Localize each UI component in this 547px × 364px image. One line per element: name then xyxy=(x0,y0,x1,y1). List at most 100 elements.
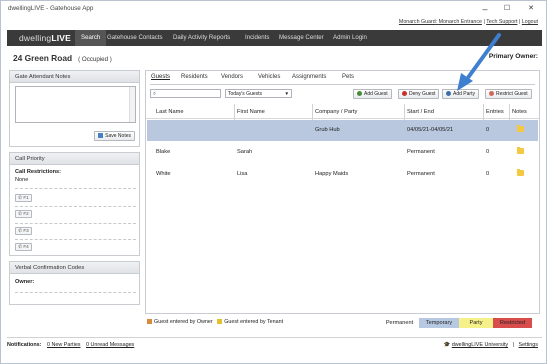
logo-part-1: dwelling xyxy=(19,33,52,43)
nav-admin-login[interactable]: Admin Login xyxy=(327,30,373,46)
cell-last-name: White xyxy=(156,171,171,177)
add-guest-label: Add Guest xyxy=(364,91,388,97)
folder-icon[interactable] xyxy=(517,147,524,154)
verbal-codes-panel: Verbal Confirmation Codes Owner: xyxy=(9,261,140,305)
address-street: 24 Green Road xyxy=(13,53,73,63)
cell-entries: 0 xyxy=(486,149,490,155)
col-notes[interactable]: Notes xyxy=(512,109,527,115)
save-notes-label: Save Notes xyxy=(105,133,131,139)
status-key-permanent: Permanent xyxy=(380,318,419,328)
separator: | xyxy=(512,342,515,348)
logout-link[interactable]: Logout xyxy=(522,19,538,25)
address-status: ( Occupied ) xyxy=(78,56,112,63)
deny-icon xyxy=(402,91,407,96)
cell-first-name: Lisa xyxy=(237,171,248,177)
footer: Notifications: 0 New Parties 0 Unread Me… xyxy=(7,337,542,351)
call-restrictions-value: None xyxy=(15,177,29,183)
location-name[interactable]: Monarch Entrance xyxy=(439,19,482,25)
cell-entries: 0 xyxy=(486,171,490,177)
user-name[interactable]: Monarch Guard xyxy=(399,19,436,25)
f3-label: F3 xyxy=(23,228,29,233)
app-window: dwellingLIVE - Gatehouse App – ☐ ✕ Monar… xyxy=(0,0,547,364)
footer-right: 🎓 dwellingLIVE University | Settings xyxy=(444,338,538,352)
tech-support-link[interactable]: Tech Support xyxy=(486,19,517,25)
table-row[interactable]: Blake Sarah Permanent 0 xyxy=(147,142,538,163)
f4-button[interactable]: ✆ F4 xyxy=(15,243,32,251)
cell-last-name: Blake xyxy=(156,149,171,155)
top-links: Monarch Guard: Monarch Entrance | Tech S… xyxy=(399,19,538,25)
search-input[interactable]: ⌕ xyxy=(150,89,221,98)
cell-first-name: Sarah xyxy=(237,149,253,155)
f2-button[interactable]: ✆ F2 xyxy=(15,210,32,218)
save-notes-button[interactable]: Save Notes xyxy=(94,131,135,141)
tab-vehicles[interactable]: Vehicles xyxy=(258,74,280,80)
folder-icon[interactable] xyxy=(517,125,524,132)
f1-label: F1 xyxy=(23,195,29,200)
cell-company: Grub Hub xyxy=(315,127,340,133)
nav-gatehouse-contacts[interactable]: Gatehouse Contacts xyxy=(101,30,169,46)
f2-label: F2 xyxy=(23,211,29,216)
col-entries[interactable]: Entries xyxy=(486,109,504,115)
logo-part-2: LIVE xyxy=(51,33,72,43)
gate-notes-panel: Gate Attendant Notes Save Notes xyxy=(9,70,140,147)
notes-textarea[interactable] xyxy=(15,86,136,123)
legend-owner: Guest entered by Owner xyxy=(154,319,213,325)
deny-guest-button[interactable]: Deny Guest xyxy=(398,89,440,99)
window-title: dwellingLIVE - Gatehouse App xyxy=(8,5,94,12)
graduation-cap-icon: 🎓 xyxy=(443,342,451,348)
nav-incidents[interactable]: Incidents xyxy=(239,30,275,46)
guests-panel: Guests Residents Vendors Vehicles Assign… xyxy=(145,70,540,314)
person-add-icon xyxy=(357,91,362,96)
status-key-temporary: Temporary xyxy=(419,318,459,328)
divider xyxy=(15,188,136,189)
table-row[interactable]: White Lisa Happy Maids Permanent 0 xyxy=(147,164,538,185)
close-button[interactable]: ✕ xyxy=(525,3,537,15)
chevron-down-icon: ▼ xyxy=(284,91,289,96)
cell-dates: Permanent xyxy=(407,171,435,177)
scrollbar[interactable] xyxy=(129,87,135,122)
call-priority-panel: Call Priority Call Restrictions: None ✆ … xyxy=(9,152,140,256)
new-parties-link[interactable]: 0 New Parties xyxy=(47,342,81,348)
f1-button[interactable]: ✆ F1 xyxy=(15,194,32,202)
table-row[interactable]: Grub Hub 04/05/21-04/05/21 0 xyxy=(147,120,538,141)
search-icon: ⌕ xyxy=(153,91,157,97)
col-last-name[interactable]: Last Name xyxy=(156,109,184,115)
nav-message-center[interactable]: Message Center xyxy=(273,30,330,46)
col-start-end[interactable]: Start / End xyxy=(407,109,434,115)
tab-residents[interactable]: Residents xyxy=(181,74,208,80)
unread-messages-link[interactable]: 0 Unread Messages xyxy=(86,342,134,348)
call-restrictions-label: Call Restrictions: xyxy=(15,169,62,175)
page-title: 24 Green Road ( Occupied ) xyxy=(13,53,112,63)
title-bar: dwellingLIVE - Gatehouse App – ☐ ✕ xyxy=(1,1,546,18)
tab-guests[interactable]: Guests xyxy=(151,74,170,80)
cell-dates: Permanent xyxy=(407,149,435,155)
f3-button[interactable]: ✆ F3 xyxy=(15,227,32,235)
tab-vendors[interactable]: Vendors xyxy=(221,74,243,80)
panel-header: Gate Attendant Notes xyxy=(10,71,139,83)
save-icon xyxy=(98,133,104,138)
maximize-button[interactable]: ☐ xyxy=(501,3,513,15)
tab-assignments[interactable]: Assignments xyxy=(292,74,326,80)
separator: | xyxy=(518,19,521,25)
status-key-party: Party xyxy=(459,318,493,328)
party-icon xyxy=(446,91,451,96)
col-company-party[interactable]: Company / Party xyxy=(315,109,357,115)
divider xyxy=(15,223,136,224)
divider xyxy=(146,118,539,119)
settings-link[interactable]: Settings xyxy=(519,342,538,348)
cell-company: Happy Maids xyxy=(315,171,349,177)
status-key-restricted: Restricted xyxy=(493,318,532,328)
add-guest-button[interactable]: Add Guest xyxy=(353,89,392,99)
tab-pets[interactable]: Pets xyxy=(342,74,354,80)
tenant-swatch xyxy=(217,319,223,324)
minimize-button[interactable]: – xyxy=(479,3,491,15)
nav-daily-activity-reports[interactable]: Daily Activity Reports xyxy=(167,30,236,46)
col-first-name[interactable]: First Name xyxy=(237,109,265,115)
cell-dates: 04/05/21-04/05/21 xyxy=(407,127,454,133)
user-link[interactable]: Monarch Guard: Monarch Entrance xyxy=(399,19,482,25)
guest-filter-select[interactable]: Today's Guests ▼ xyxy=(225,89,292,98)
folder-icon[interactable] xyxy=(517,169,524,176)
divider xyxy=(15,239,136,240)
separator: | xyxy=(483,19,485,25)
university-link[interactable]: dwellingLIVE University xyxy=(452,342,508,348)
